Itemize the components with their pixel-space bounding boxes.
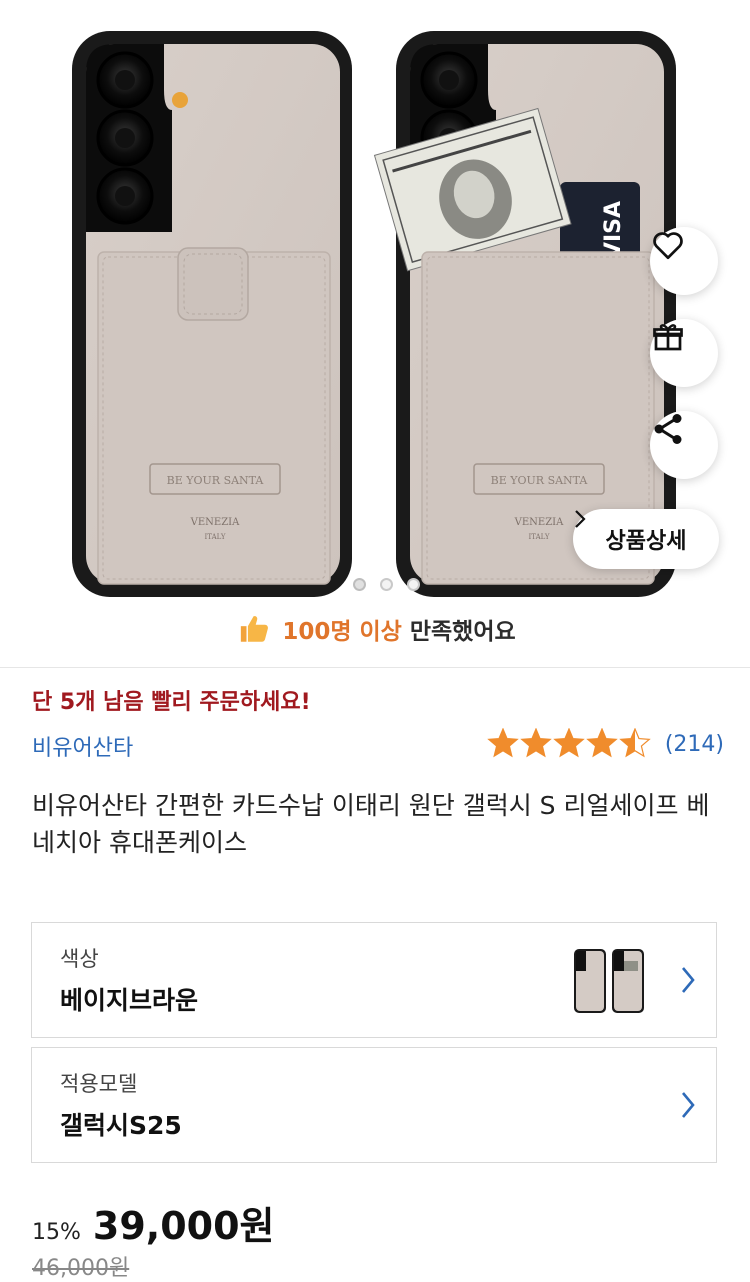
star-icon <box>487 728 519 758</box>
share-button[interactable] <box>650 411 718 479</box>
visa-print: VISA <box>601 201 626 259</box>
star-icon <box>619 728 651 758</box>
italy-print-2: ITALY <box>529 533 550 541</box>
option-label: 색상 <box>60 947 99 971</box>
product-title: 비유어산타 간편한 카드수납 이태리 원단 갤럭시 S 리얼세이프 베네치아 휴… <box>32 791 710 857</box>
star-icon <box>520 728 552 758</box>
italy-print: ITALY <box>205 533 226 541</box>
satisfaction-banner: 100명 이상 만족했어요 <box>0 612 750 646</box>
gallery-pagination <box>0 578 750 591</box>
satisfaction-text: 만족했어요 <box>409 619 516 645</box>
option-label: 적용모델 <box>60 1072 138 1096</box>
gallery-dot[interactable] <box>406 578 420 591</box>
chevron-right-icon <box>682 967 695 993</box>
color-option-selector[interactable]: 색상 베이지브라운 <box>31 922 717 1038</box>
stock-urgency-text: 단 5개 남음 빨리 주문하세요! <box>32 690 311 715</box>
review-count[interactable]: (214) <box>665 732 724 757</box>
divider <box>0 667 750 668</box>
brand-link[interactable]: 비유어산타 <box>32 730 133 762</box>
gallery-dot[interactable] <box>379 578 393 591</box>
satisfaction-highlight: 100명 이상 <box>282 619 402 645</box>
discount-rate: 15% <box>32 1220 81 1245</box>
gallery-dot[interactable] <box>352 578 366 591</box>
venezia-print: VENEZIA <box>190 517 240 528</box>
star-rating <box>487 728 651 758</box>
venezia-print-2: VENEZIA <box>514 517 564 528</box>
be-your-santa-print-2: BE YOUR SANTA <box>491 474 589 487</box>
star-icon <box>553 728 585 758</box>
option-value: 베이지브라운 <box>60 986 199 1015</box>
star-icon <box>586 728 618 758</box>
product-detail-label: 상품상세 <box>605 529 687 554</box>
gift-icon <box>653 324 683 351</box>
option-thumbnail <box>574 949 644 1013</box>
original-price: 46,000원 <box>32 1256 130 1281</box>
chevron-right-icon <box>682 1092 695 1118</box>
phone-case-closed: BE YOUR SANTA VENEZIA ITALY <box>72 31 352 597</box>
thumbs-up-icon <box>241 616 269 642</box>
product-image-gallery[interactable]: BE YOUR SANTA VENEZIA ITALY VISA BE YOUR… <box>0 0 750 600</box>
rating-summary[interactable]: (214) <box>487 728 724 760</box>
share-icon <box>654 414 682 444</box>
heart-icon <box>653 232 683 260</box>
chevron-right-icon <box>575 510 586 528</box>
product-detail-button[interactable]: 상품상세 <box>573 509 719 569</box>
sale-price: 39,000원 <box>92 1204 275 1248</box>
price-block: 15% 39,000원 <box>32 1195 275 1250</box>
gift-button[interactable] <box>650 319 718 387</box>
model-option-selector[interactable]: 적용모델 갤럭시S25 <box>31 1047 717 1163</box>
wishlist-button[interactable] <box>650 227 718 295</box>
be-your-santa-print: BE YOUR SANTA <box>167 474 265 487</box>
option-value: 갤럭시S25 <box>60 1111 182 1140</box>
